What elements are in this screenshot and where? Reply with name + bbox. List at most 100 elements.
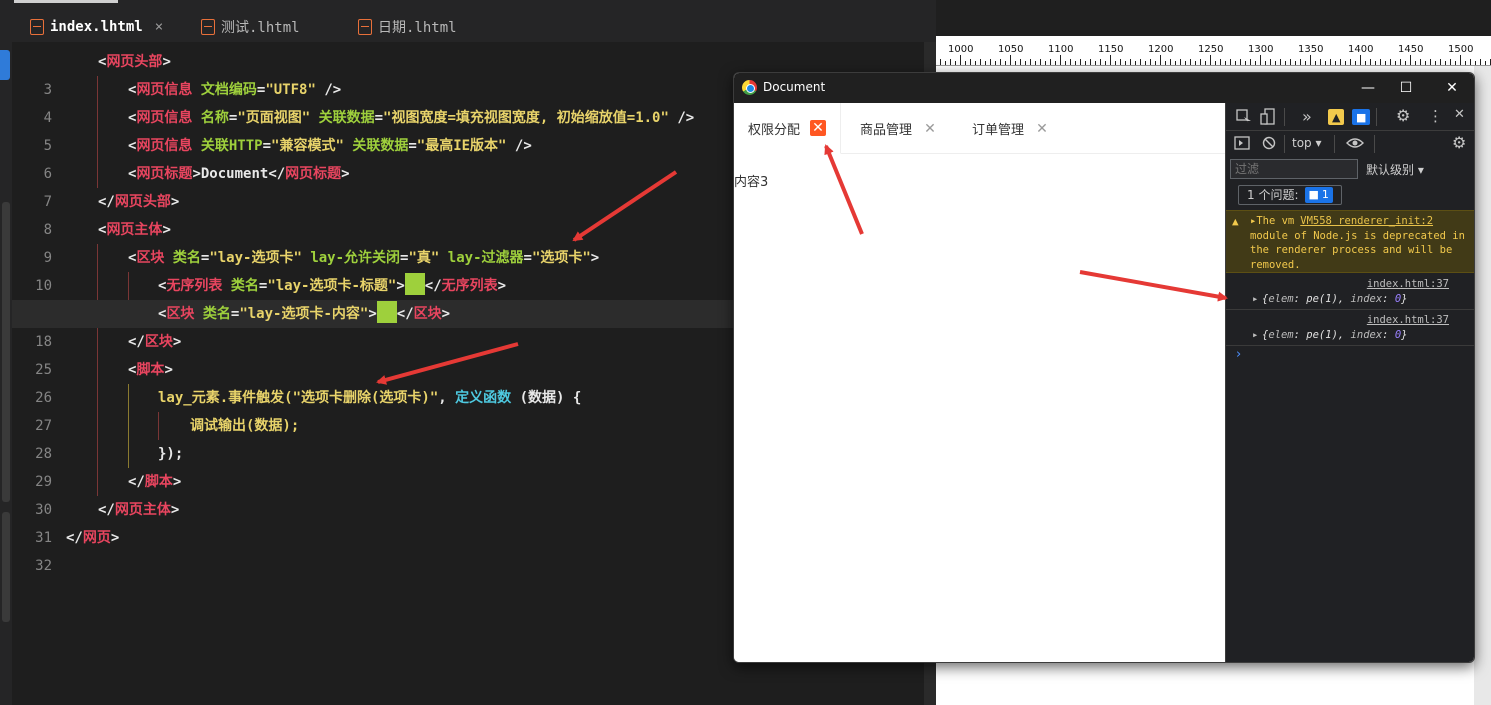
ruler-tick: [1455, 61, 1456, 65]
ruler-tick: [1135, 61, 1136, 65]
log-object[interactable]: {elem: pe(1), index: 0}: [1262, 293, 1407, 305]
ruler-tick: [1075, 61, 1076, 65]
ruler-tick: [1340, 59, 1341, 65]
tab-close-icon[interactable]: ✕: [810, 120, 827, 136]
maximize-button[interactable]: ☐: [1396, 78, 1416, 98]
log-source-link[interactable]: index.html:37: [1367, 278, 1449, 290]
warning-text-rest: module of Node.js is deprecated in the r…: [1250, 229, 1465, 271]
console-filter-input[interactable]: [1230, 159, 1358, 179]
tab-close-icon[interactable]: ✕: [922, 121, 938, 137]
live-expression-eye-icon[interactable]: [1346, 137, 1364, 149]
ruler-tick: [1255, 61, 1256, 65]
editor-tab-label: index.lhtml: [50, 19, 143, 35]
editor-tab-test[interactable]: 测试.lhtml: [201, 12, 300, 42]
expand-triangle-icon[interactable]: ▸: [1252, 293, 1258, 305]
window-close-button[interactable]: ✕: [1442, 78, 1462, 98]
sidebar-toggle-icon[interactable]: [1234, 136, 1250, 150]
ruler-label: 1400: [1348, 44, 1374, 55]
issues-button[interactable]: 1 个问题: ■ 1: [1238, 185, 1342, 205]
console-log-entry[interactable]: index.html:37 {elem: pe(1), index: 0} ▸: [1226, 310, 1474, 346]
ruler-tick: [1225, 61, 1226, 65]
ruler-tick: [1110, 55, 1111, 65]
ruler-label: 1100: [1048, 44, 1074, 55]
ruler-tick: [1210, 55, 1211, 65]
ruler-tick: [1385, 61, 1386, 65]
line-number: 32: [35, 558, 52, 574]
tab-products[interactable]: 商品管理 ✕: [860, 103, 938, 154]
close-icon[interactable]: ×: [155, 19, 163, 35]
issues-label: 1 个问题:: [1247, 188, 1299, 202]
ruler-tick: [1220, 59, 1221, 65]
ruler-tick: [1290, 59, 1291, 65]
ruler-tick: [1265, 61, 1266, 65]
kebab-menu-icon[interactable]: ⋮: [1428, 107, 1443, 125]
ruler-tick: [1035, 61, 1036, 65]
console-settings-icon[interactable]: ⚙: [1452, 133, 1466, 152]
editor-tab-bar: index.lhtml × 测试.lhtml 日期.lhtml: [0, 0, 936, 42]
ruler-tick: [1070, 59, 1071, 65]
ruler-label: 1050: [998, 44, 1024, 55]
folded-region-marker[interactable]: [376, 301, 397, 323]
editor-tab-index[interactable]: index.lhtml ×: [30, 12, 163, 42]
log-object[interactable]: {elem: pe(1), index: 0}: [1262, 329, 1407, 341]
tab-close-icon[interactable]: ✕: [1034, 121, 1050, 137]
editor-tab-label: 测试.lhtml: [221, 20, 300, 36]
ruler-tick: [985, 61, 986, 65]
log-level-select[interactable]: 默认级别 ▾: [1366, 161, 1424, 178]
ruler-tick: [1240, 59, 1241, 65]
ruler-tick: [1260, 55, 1261, 65]
console-log-entry[interactable]: index.html:37 {elem: pe(1), index: 0} ▸: [1226, 274, 1474, 310]
clear-console-icon[interactable]: [1262, 136, 1276, 150]
expand-triangle-icon[interactable]: ▸: [1252, 329, 1258, 341]
ruler-tick: [1080, 59, 1081, 65]
ruler-tick: [1275, 61, 1276, 65]
browser-window[interactable]: Document — ☐ ✕ 权限分配 ✕ 商品管理 ✕ 订单管理 ✕ 内容3: [733, 72, 1475, 663]
tab-permissions[interactable]: 权限分配 ✕: [734, 103, 842, 154]
context-selector[interactable]: top ▾: [1292, 136, 1322, 150]
console-warning[interactable]: ▲ ▸The vm VM558 renderer_init:2 module of…: [1226, 210, 1474, 273]
warning-source-link[interactable]: VM558 renderer_init:2: [1300, 215, 1433, 227]
ruler-tick: [1190, 59, 1191, 65]
folded-region-marker[interactable]: [404, 273, 425, 295]
window-titlebar[interactable]: Document — ☐ ✕: [734, 73, 1474, 103]
issues-count-badge: ■ 1: [1304, 187, 1333, 203]
ruler-label: 1500: [1448, 44, 1474, 55]
warnings-badge[interactable]: ▲: [1328, 109, 1345, 125]
editor-tab-date[interactable]: 日期.lhtml: [358, 12, 457, 42]
minimize-button[interactable]: —: [1358, 78, 1378, 98]
ruler-tick: [1335, 61, 1336, 65]
file-icon: [358, 19, 372, 35]
ruler-tick: [1280, 59, 1281, 65]
ruler-tick: [1205, 61, 1206, 65]
ruler-tick: [1425, 61, 1426, 65]
ruler-tick: [1185, 61, 1186, 65]
ruler-tick: [1055, 61, 1056, 65]
fold-gutter: [2, 512, 10, 622]
ruler-tick: [1345, 61, 1346, 65]
settings-icon[interactable]: ⚙: [1396, 106, 1410, 125]
console-prompt[interactable]: ›: [1236, 347, 1241, 362]
ruler-tick: [1390, 59, 1391, 65]
more-tabs-icon[interactable]: »: [1302, 107, 1312, 126]
tab-orders[interactable]: 订单管理 ✕: [972, 103, 1050, 154]
close-devtools-icon[interactable]: ✕: [1454, 107, 1465, 122]
ruler-tick: [1140, 59, 1141, 65]
ruler-tick: [1420, 59, 1421, 65]
page-viewport[interactable]: 权限分配 ✕ 商品管理 ✕ 订单管理 ✕ 内容3: [734, 103, 1225, 662]
ruler-tick: [1395, 61, 1396, 65]
device-toolbar-icon[interactable]: [1260, 108, 1276, 126]
app-logo-icon: [742, 80, 757, 95]
activity-indicator[interactable]: [0, 50, 10, 80]
ruler-tick: [1330, 59, 1331, 65]
ruler-tick: [1485, 61, 1486, 65]
ruler-label: 1000: [948, 44, 974, 55]
inspect-element-icon[interactable]: [1236, 109, 1252, 125]
ruler-tick: [1245, 61, 1246, 65]
ruler-tick: [1170, 59, 1171, 65]
messages-badge[interactable]: ■: [1352, 109, 1371, 125]
ruler-tick: [1355, 61, 1356, 65]
ruler-tick: [1085, 61, 1086, 65]
devtools-panel[interactable]: » ▲ ■ ⚙ ⋮ ✕ top ▾ ⚙ 默认级别 ▾ 1 个问题: ■1 ▲ ▸: [1225, 103, 1474, 662]
log-source-link[interactable]: index.html:37: [1367, 314, 1449, 326]
ruler-tick: [1165, 61, 1166, 65]
